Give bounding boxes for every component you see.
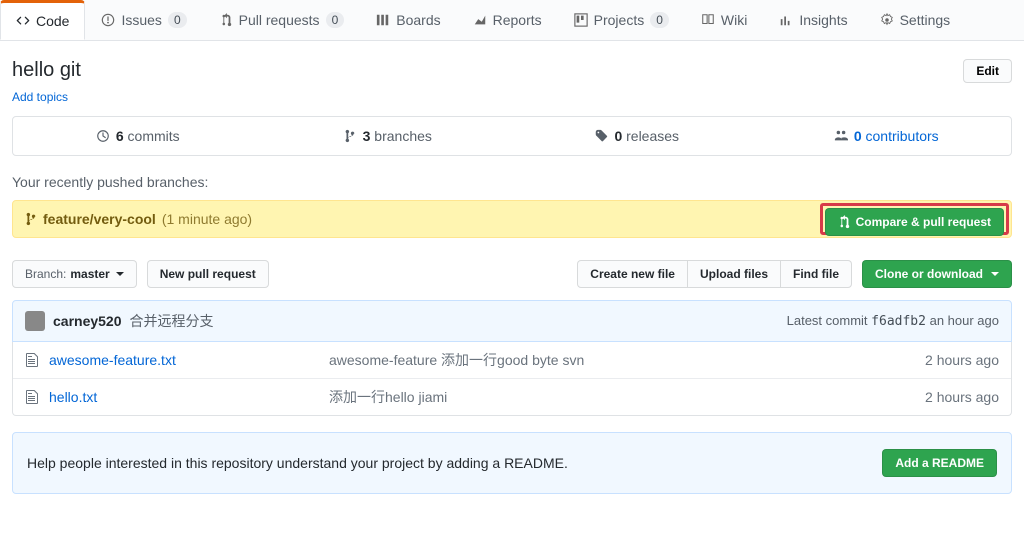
file-icon	[25, 389, 39, 405]
file-name-link[interactable]: awesome-feature.txt	[49, 352, 329, 368]
wiki-icon	[701, 13, 715, 27]
people-icon	[834, 129, 848, 143]
readme-prompt: Help people interested in this repositor…	[12, 432, 1012, 494]
commit-sha[interactable]: f6adfb2	[871, 314, 926, 329]
projects-counter: 0	[650, 12, 669, 28]
new-pull-request-button[interactable]: New pull request	[147, 260, 269, 288]
tab-label: Pull requests	[239, 12, 320, 28]
tab-label: Code	[36, 13, 69, 29]
add-topics-link[interactable]: Add topics	[12, 90, 68, 104]
file-toolbar: Branch: master New pull request Create n…	[12, 260, 1012, 288]
avatar[interactable]	[25, 311, 45, 331]
recent-push-banner: feature/very-cool (1 minute ago) Compare…	[12, 200, 1012, 238]
pr-counter: 0	[326, 12, 345, 28]
gear-icon	[880, 13, 894, 27]
branches-link[interactable]: 3 branches	[263, 117, 513, 155]
contributors-link[interactable]: 0 contributors	[762, 117, 1012, 155]
insights-icon	[779, 13, 793, 27]
tab-wiki[interactable]: Wiki	[685, 0, 763, 40]
tab-code[interactable]: Code	[0, 0, 85, 40]
find-file-button[interactable]: Find file	[780, 260, 852, 288]
repo-header: Edit hello git Add topics	[12, 41, 1012, 116]
branch-icon	[343, 129, 357, 143]
recent-pushed-label: Your recently pushed branches:	[12, 174, 1012, 190]
file-time: 2 hours ago	[925, 352, 999, 368]
highlight-annotation: Compare & pull request	[820, 203, 1009, 235]
tab-boards[interactable]: Boards	[360, 0, 456, 40]
pr-icon	[219, 13, 233, 27]
repo-description: hello git	[12, 59, 1012, 82]
history-icon	[96, 129, 110, 143]
chevron-down-icon	[991, 272, 999, 276]
tab-label: Settings	[900, 12, 951, 28]
branch-select-button[interactable]: Branch: master	[12, 260, 137, 288]
pr-icon	[838, 215, 850, 229]
tag-icon	[594, 129, 608, 143]
commits-link[interactable]: 6 commits	[13, 117, 263, 155]
issues-counter: 0	[168, 12, 187, 28]
branch-icon	[25, 212, 37, 226]
reports-icon	[473, 13, 487, 27]
file-commit-message[interactable]: awesome-feature 添加一行good byte svn	[329, 350, 925, 370]
tab-reports[interactable]: Reports	[457, 0, 558, 40]
tab-label: Issues	[121, 12, 161, 28]
repo-tabnav: Code Issues 0 Pull requests 0 Boards Rep…	[0, 0, 1024, 41]
boards-icon	[376, 13, 390, 27]
file-icon	[25, 352, 39, 368]
projects-icon	[574, 13, 588, 27]
tab-pull-requests[interactable]: Pull requests 0	[203, 0, 361, 40]
file-row: hello.txt 添加一行hello jiami 2 hours ago	[13, 378, 1011, 415]
commit-message[interactable]: 合并远程分支	[130, 311, 214, 331]
edit-button[interactable]: Edit	[963, 59, 1012, 83]
readme-prompt-text: Help people interested in this repositor…	[27, 455, 568, 471]
upload-files-button[interactable]: Upload files	[687, 260, 781, 288]
clone-download-button[interactable]: Clone or download	[862, 260, 1012, 288]
releases-link[interactable]: 0 releases	[512, 117, 762, 155]
tab-label: Projects	[594, 12, 645, 28]
file-list: awesome-feature.txt awesome-feature 添加一行…	[12, 342, 1012, 416]
create-new-file-button[interactable]: Create new file	[577, 260, 688, 288]
commit-author[interactable]: carney520	[53, 313, 122, 329]
tab-label: Boards	[396, 12, 440, 28]
tab-label: Insights	[799, 12, 847, 28]
repo-stats: 6 commits 3 branches 0 releases 0 contri…	[12, 116, 1012, 156]
file-name-link[interactable]: hello.txt	[49, 389, 329, 405]
tab-label: Reports	[493, 12, 542, 28]
compare-pull-request-button[interactable]: Compare & pull request	[825, 208, 1004, 236]
commit-time: an hour ago	[930, 313, 999, 328]
branch-name: feature/very-cool	[43, 211, 156, 227]
chevron-down-icon	[116, 272, 124, 276]
issue-icon	[101, 13, 115, 27]
tab-projects[interactable]: Projects 0	[558, 0, 685, 40]
file-commit-message[interactable]: 添加一行hello jiami	[329, 387, 925, 407]
latest-commit-row: carney520 合并远程分支 Latest commit f6adfb2 a…	[12, 300, 1012, 342]
push-time: (1 minute ago)	[162, 211, 252, 227]
tab-insights[interactable]: Insights	[763, 0, 863, 40]
file-row: awesome-feature.txt awesome-feature 添加一行…	[13, 342, 1011, 378]
tab-issues[interactable]: Issues 0	[85, 0, 202, 40]
add-readme-button[interactable]: Add a README	[882, 449, 997, 477]
file-time: 2 hours ago	[925, 389, 999, 405]
code-icon	[16, 14, 30, 28]
tab-settings[interactable]: Settings	[864, 0, 967, 40]
tab-label: Wiki	[721, 12, 747, 28]
